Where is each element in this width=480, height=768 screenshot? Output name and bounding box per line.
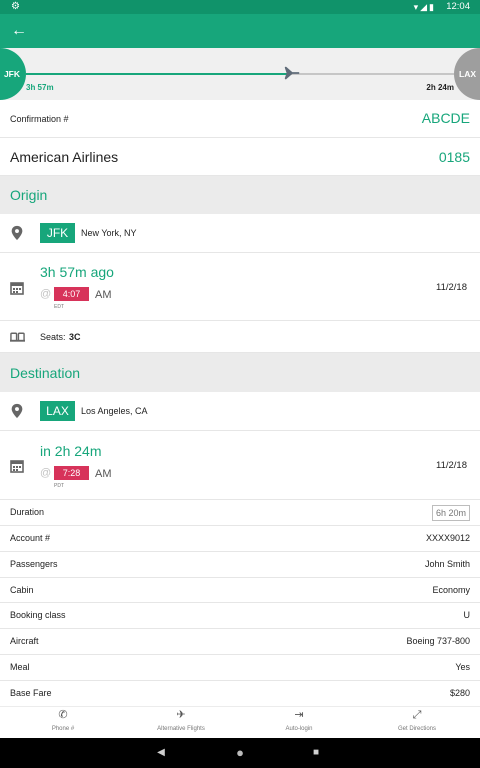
origin-relative-time: 3h 57m ago	[40, 264, 114, 280]
recents-square-icon[interactable]: ■	[306, 738, 326, 768]
back-button[interactable]: ←	[8, 18, 30, 44]
detail-label: Meal	[10, 662, 30, 672]
confirmation-row: Confirmation # ABCDE	[0, 100, 480, 138]
detail-label: Passengers	[10, 559, 58, 569]
nav-label: Auto-login	[285, 726, 313, 732]
nav-get-directions[interactable]: ⤢ Get Directions	[357, 707, 477, 739]
detail-value: Economy	[432, 585, 470, 595]
origin-city: New York, NY	[81, 228, 137, 238]
nav-auto-login[interactable]: ⇥ Auto-login	[239, 707, 359, 739]
confirmation-value: ABCDE	[421, 110, 470, 126]
route-progress: JFK LAX 3h 57m 2h 24m	[0, 48, 480, 100]
airplane-icon	[284, 66, 300, 80]
directions-icon: ⤢	[412, 709, 422, 721]
remaining-time: 2h 24m	[426, 83, 454, 92]
destination-ampm: AM	[95, 468, 112, 480]
duration-label: Duration	[10, 507, 45, 517]
destination-endpoint: LAX	[454, 48, 480, 100]
detail-row: Meal Yes	[0, 655, 480, 681]
destination-relative-time: in 2h 24m	[40, 443, 102, 459]
battery-icon: ▮	[429, 2, 436, 12]
detail-value: $280	[449, 688, 470, 698]
route-progress-completed	[26, 73, 288, 75]
app-bar: ←	[0, 14, 480, 48]
origin-code-badge: JFK	[40, 223, 75, 243]
confirmation-label: Confirmation #	[10, 114, 69, 124]
origin-endpoint: JFK	[0, 48, 26, 100]
origin-time-row: 3h 57m ago @ 4:07 AM EDT 11/2/18	[0, 253, 480, 321]
duration-row: Duration 6h 20m	[0, 500, 480, 526]
destination-time-badge: 7:28	[54, 466, 89, 480]
detail-row: Base Fare $280	[0, 681, 480, 706]
origin-time-badge: 4:07	[54, 287, 89, 301]
back-triangle-icon[interactable]: ◀	[151, 738, 171, 768]
detail-row: Passengers John Smith	[0, 552, 480, 578]
seats-row: Seats: 3C	[0, 321, 480, 353]
status-bar: ⚙ ▾◢▮ 12:04	[0, 0, 480, 14]
arrow-left-icon: ←	[11, 22, 27, 39]
status-indicators: ▾◢▮	[414, 2, 436, 12]
status-clock: 12:04	[446, 1, 470, 12]
nav-label: Phone #	[51, 726, 75, 732]
detail-row: Account # XXXX9012	[0, 526, 480, 552]
destination-section-header: Destination	[0, 353, 480, 392]
destination-code-badge: LAX	[40, 401, 75, 421]
origin-ampm: AM	[95, 289, 112, 301]
destination-timezone: PDT	[54, 483, 64, 489]
detail-label: Booking class	[10, 610, 66, 620]
nav-phone[interactable]: ✆ Phone #	[3, 707, 123, 739]
gear-icon: ⚙	[11, 1, 20, 12]
flight-number: 0185	[438, 149, 470, 165]
auto-login-icon: ⇥	[294, 709, 304, 721]
detail-label: Aircraft	[10, 636, 39, 646]
bottom-navigation: ✆ Phone # ✈ Alternative Flights ⇥ Auto-l…	[0, 706, 480, 738]
location-pin-icon	[11, 403, 23, 419]
detail-value: Boeing 737-800	[406, 636, 470, 646]
system-navigation-bar: ◀ ● ■	[0, 738, 480, 768]
detail-value: Yes	[455, 662, 470, 672]
detail-value: U	[463, 610, 471, 620]
home-circle-icon[interactable]: ●	[230, 738, 250, 768]
airline-name: American Airlines	[10, 149, 119, 165]
duration-value: 6h 20m	[431, 505, 470, 521]
origin-date: 11/2/18	[436, 282, 467, 293]
detail-row: Booking class U	[0, 603, 480, 629]
location-pin-icon	[11, 225, 23, 241]
nav-label: Get Directions	[397, 726, 436, 732]
nav-label: Alternative Flights	[157, 726, 205, 732]
detail-label: Account #	[10, 533, 51, 543]
detail-value: John Smith	[424, 559, 470, 569]
destination-airport-row: LAX Los Angeles, CA	[0, 392, 480, 431]
origin-at-symbol: @	[40, 288, 52, 300]
phone-icon: ✆	[58, 709, 68, 721]
flight-row: American Airlines 0185	[0, 138, 480, 176]
origin-airport-row: JFK New York, NY	[0, 214, 480, 253]
signal-icon: ◢	[420, 2, 430, 12]
detail-label: Base Fare	[10, 688, 52, 698]
origin-heading: Origin	[10, 187, 48, 203]
route-progress-remaining	[288, 73, 454, 75]
detail-label: Cabin	[10, 585, 34, 595]
destination-at-symbol: @	[40, 467, 52, 479]
destination-heading: Destination	[10, 365, 81, 381]
detail-row: Aircraft Boeing 737-800	[0, 629, 480, 655]
destination-time-row: in 2h 24m @ 7:28 AM PDT 11/2/18	[0, 431, 480, 500]
detail-row: Cabin Economy	[0, 578, 480, 603]
airplane-icon: ✈	[176, 709, 186, 721]
seats-value: 3C	[69, 332, 81, 342]
destination-date: 11/2/18	[436, 460, 467, 471]
seats-label: Seats:	[40, 332, 66, 342]
seat-icon	[10, 332, 25, 342]
nav-alternative-flights[interactable]: ✈ Alternative Flights	[121, 707, 241, 739]
detail-value: XXXX9012	[425, 533, 470, 543]
origin-timezone: EDT	[54, 304, 64, 310]
elapsed-time: 3h 57m	[26, 83, 54, 92]
destination-city: Los Angeles, CA	[81, 406, 148, 416]
calendar-icon	[10, 460, 24, 473]
origin-section-header: Origin	[0, 176, 480, 214]
calendar-icon	[10, 282, 24, 295]
